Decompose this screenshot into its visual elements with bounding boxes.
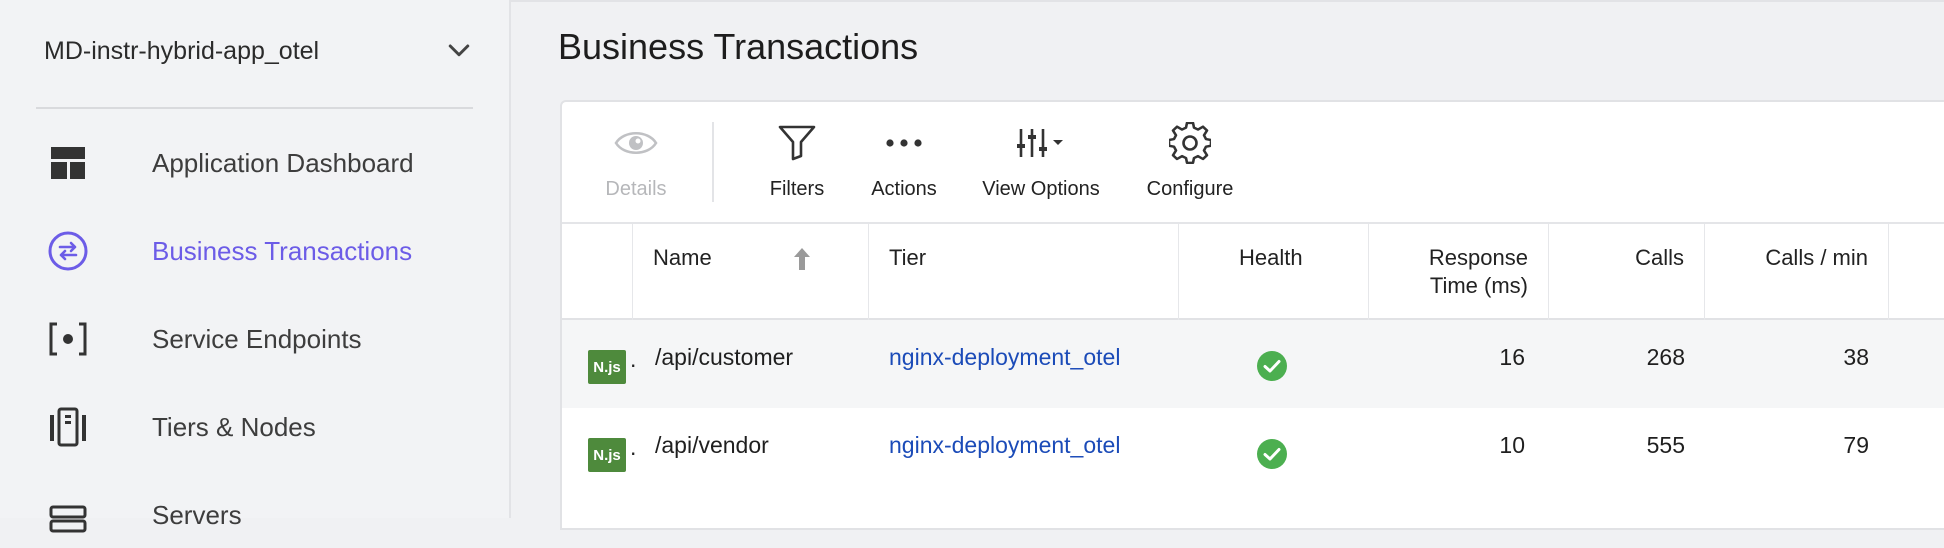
calls-value: 268	[1646, 344, 1685, 370]
view-options-button[interactable]: View Options	[980, 120, 1102, 212]
tiers-nodes-icon	[46, 405, 90, 449]
more-horizontal-icon	[881, 120, 927, 166]
column-header-response-time[interactable]: Response Time (ms)	[1369, 224, 1549, 320]
eye-icon	[613, 120, 659, 166]
column-header-tier[interactable]: Tier	[869, 224, 1179, 320]
application-name: MD-instr-hybrid-app_otel	[44, 36, 320, 65]
table-row[interactable]: N.js . /api/customer nginx-deployment_ot…	[562, 320, 1944, 408]
toolbar: Details Filters Actions View Options Con…	[562, 102, 1944, 222]
sidebar-item-label: Tiers & Nodes	[152, 411, 316, 442]
column-header-label: Health	[1239, 245, 1303, 270]
column-header-health[interactable]: Health	[1179, 224, 1369, 320]
chevron-down-icon	[448, 44, 470, 57]
dashboard-icon	[46, 141, 90, 185]
sidebar-item-application-dashboard[interactable]: Application Dashboard	[0, 130, 511, 196]
column-header-label: Name	[653, 245, 712, 270]
column-header-label: Calls / min	[1765, 245, 1868, 270]
application-selector[interactable]: MD-instr-hybrid-app_otel	[44, 30, 474, 72]
sidebar-item-service-endpoints[interactable]: Service Endpoints	[0, 306, 511, 372]
sidebar-item-label: Application Dashboard	[152, 147, 414, 178]
filters-label: Filters	[769, 178, 825, 200]
sidebar-item-business-transactions[interactable]: Business Transactions	[0, 218, 511, 284]
sort-ascending-icon	[794, 248, 810, 270]
column-header-type	[562, 224, 633, 320]
column-header-label-line2: Time (ms)	[1429, 273, 1528, 298]
table-header: Name Tier Health Response Time (ms) Call…	[562, 222, 1944, 320]
calls-value: 555	[1646, 432, 1685, 458]
sidebar-divider	[36, 107, 473, 109]
column-header-label-line1: Response	[1428, 245, 1528, 270]
actions-button[interactable]: Actions	[864, 120, 944, 212]
configure-label: Configure	[1146, 178, 1234, 200]
servers-icon	[46, 493, 90, 537]
service-endpoints-icon	[46, 317, 90, 361]
page-title: Business Transactions	[558, 26, 919, 67]
tier-link[interactable]: nginx-deployment_otel	[889, 432, 1120, 459]
nodejs-badge-icon: N.js	[588, 438, 626, 472]
transactions-panel: Details Filters Actions View Options Con…	[560, 100, 1944, 530]
column-header-label: Calls	[1635, 245, 1684, 270]
calls-per-min-value: 38	[1843, 344, 1869, 370]
toolbar-separator	[712, 122, 714, 202]
configure-button[interactable]: Configure	[1144, 120, 1236, 212]
nodejs-badge-icon: N.js	[588, 350, 626, 384]
column-header-label: Tier	[889, 245, 927, 270]
truncation-dot: .	[630, 346, 637, 372]
column-header-calls-per-min[interactable]: Calls / min	[1705, 224, 1889, 320]
truncation-dot: .	[630, 434, 637, 460]
sidebar-item-label: Business Transactions	[152, 235, 413, 266]
filter-icon	[774, 120, 820, 166]
sliders-icon	[1011, 120, 1071, 166]
sidebar: MD-instr-hybrid-app_otel Application Das…	[0, 0, 511, 533]
table-row[interactable]: N.js . /api/vendor nginx-deployment_otel…	[562, 408, 1944, 496]
calls-per-min-value: 79	[1843, 432, 1869, 458]
health-ok-icon[interactable]	[1256, 350, 1288, 382]
gear-icon	[1167, 120, 1213, 166]
filters-button[interactable]: Filters	[762, 120, 832, 212]
column-header-label: Response Time (ms)	[1429, 244, 1528, 300]
transaction-name[interactable]: /api/vendor	[655, 432, 769, 459]
column-header-calls[interactable]: Calls	[1549, 224, 1705, 320]
details-label: Details	[605, 178, 667, 200]
column-header-name[interactable]: Name	[633, 224, 869, 320]
transactions-icon	[46, 229, 90, 273]
response-time-value: 16	[1499, 344, 1525, 370]
actions-label: Actions	[871, 178, 937, 200]
response-time-value: 10	[1499, 432, 1525, 458]
health-ok-icon[interactable]	[1256, 438, 1288, 470]
transaction-name[interactable]: /api/customer	[655, 344, 793, 371]
tier-link[interactable]: nginx-deployment_otel	[889, 344, 1120, 371]
details-button[interactable]: Details	[600, 120, 672, 212]
sidebar-item-label: Service Endpoints	[152, 323, 362, 354]
sidebar-item-tiers-nodes[interactable]: Tiers & Nodes	[0, 394, 511, 460]
sidebar-item-servers[interactable]: Servers	[0, 482, 511, 548]
view-options-label: View Options	[982, 178, 1100, 200]
sidebar-item-label: Servers	[152, 499, 242, 530]
